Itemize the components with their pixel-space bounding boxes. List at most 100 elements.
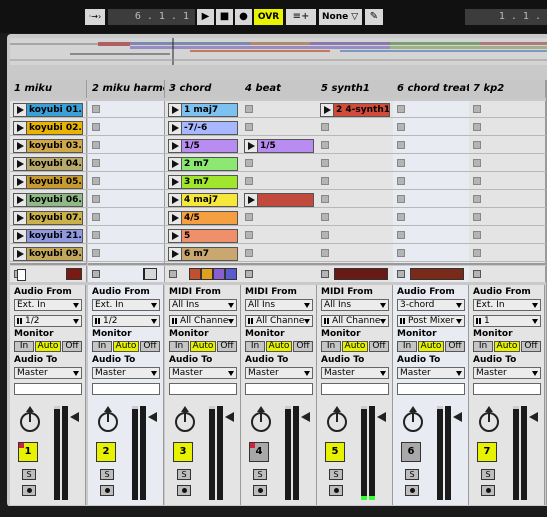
pan-knob[interactable]	[95, 406, 121, 432]
pencil-icon[interactable]: ✎	[365, 9, 383, 25]
clip-stop-button-icon[interactable]	[92, 231, 100, 239]
clip-stop-button-icon[interactable]	[397, 177, 405, 185]
track-activator-button[interactable]: 2	[96, 442, 116, 462]
input-source-select[interactable]: 3-chord	[397, 299, 465, 311]
track-activator-button[interactable]: 1	[18, 442, 38, 462]
clip[interactable]: koyubi 09.L	[13, 247, 83, 261]
solo-button[interactable]: S	[481, 469, 495, 480]
clip-stop-button-icon[interactable]	[245, 213, 253, 221]
clip-slot[interactable]	[469, 155, 546, 172]
track-header[interactable]: 4 beat	[241, 80, 318, 98]
clip[interactable]: 3 m7	[168, 175, 238, 189]
clip-slot[interactable]	[393, 155, 470, 172]
clip-stop-button-icon[interactable]	[397, 159, 405, 167]
clip-launch-icon[interactable]	[169, 248, 182, 260]
clip[interactable]: koyubi 01.L	[13, 103, 83, 117]
monitor-off-button[interactable]: Off	[293, 341, 313, 352]
clip-slot[interactable]: 6 m7	[165, 245, 242, 262]
song-position-display[interactable]: 6 . 1 . 1	[108, 9, 195, 25]
clip-slot[interactable]	[88, 155, 165, 172]
track-header[interactable]: 7 kp2	[469, 80, 546, 98]
output-select[interactable]: Master	[473, 367, 541, 379]
clip-stop-button-icon[interactable]	[397, 141, 405, 149]
output-select[interactable]: Master	[397, 367, 465, 379]
clip[interactable]: 1 maj7	[168, 103, 238, 117]
clip[interactable]: koyubi 06.L	[13, 193, 83, 207]
clip[interactable]	[244, 193, 314, 207]
clip-launch-icon[interactable]	[14, 176, 27, 188]
clip-slot[interactable]	[469, 173, 546, 190]
clip-launch-icon[interactable]	[169, 158, 182, 170]
solo-button[interactable]: S	[405, 469, 419, 480]
stop-icon[interactable]: ■	[216, 9, 233, 25]
clip-stop-button-icon[interactable]	[473, 123, 481, 131]
clip-launch-icon[interactable]	[14, 194, 27, 206]
track-header[interactable]: 1 miku	[10, 80, 87, 98]
volume-arrow-icon[interactable]	[529, 412, 538, 422]
monitor-off-button[interactable]: Off	[217, 341, 237, 352]
clip-slot[interactable]	[241, 119, 318, 136]
clip-launch-icon[interactable]	[169, 212, 182, 224]
clip-slot[interactable]	[88, 209, 165, 226]
clip[interactable]: 1/5	[244, 139, 314, 153]
clip-stop-button-icon[interactable]	[397, 195, 405, 203]
clip-slot[interactable]	[88, 137, 165, 154]
clip-launch-icon[interactable]	[245, 194, 258, 206]
clip-stop-button-icon[interactable]	[245, 231, 253, 239]
clip-slot[interactable]	[393, 101, 470, 118]
clip-stop-button-icon[interactable]	[321, 123, 329, 131]
track-stop-button-icon[interactable]	[245, 270, 253, 278]
arm-record-button[interactable]	[177, 485, 191, 496]
clip-stop-button-icon[interactable]	[473, 105, 481, 113]
session-overview[interactable]	[10, 38, 547, 65]
monitor-in-button[interactable]: In	[473, 341, 493, 352]
solo-button[interactable]: S	[329, 469, 343, 480]
output-select[interactable]: Master	[92, 367, 160, 379]
track-header[interactable]: 2 miku harmo	[88, 80, 165, 98]
clip[interactable]: 5	[168, 229, 238, 243]
input-channel-select[interactable]: 1/2	[14, 315, 82, 327]
clip-slot[interactable]	[317, 209, 394, 226]
volume-fader-handle[interactable]	[209, 406, 215, 409]
clip[interactable]: 4/5	[168, 211, 238, 225]
output-select[interactable]: Master	[14, 367, 82, 379]
clip-slot[interactable]	[241, 173, 318, 190]
clip-launch-icon[interactable]	[14, 104, 27, 116]
clip-stop-button-icon[interactable]	[92, 159, 100, 167]
clip-stop-button-icon[interactable]	[245, 249, 253, 257]
clip-stop-button-icon[interactable]	[245, 105, 253, 113]
pan-knob[interactable]	[172, 406, 198, 432]
arm-record-button[interactable]	[481, 485, 495, 496]
clip-slot[interactable]	[393, 137, 470, 154]
output-select[interactable]: Master	[321, 367, 389, 379]
clip-launch-icon[interactable]	[169, 194, 182, 206]
input-channel-select[interactable]: 1	[473, 315, 541, 327]
volume-fader-handle[interactable]	[437, 406, 443, 409]
clip-stop-button-icon[interactable]	[321, 195, 329, 203]
clip[interactable]: 2 4-synth1	[320, 103, 390, 117]
input-channel-select[interactable]: All Channe	[169, 315, 237, 327]
output-select[interactable]: Master	[169, 367, 237, 379]
arm-record-button[interactable]	[253, 485, 267, 496]
clip-slot[interactable]: 4/5	[165, 209, 242, 226]
clip-slot[interactable]	[241, 209, 318, 226]
clip-slot[interactable]: koyubi 06.L	[10, 191, 87, 208]
clip-launch-icon[interactable]	[14, 122, 27, 134]
volume-fader-handle[interactable]	[132, 406, 138, 409]
track-stop-button-icon[interactable]	[92, 270, 100, 278]
clip[interactable]: koyubi 03.L	[13, 139, 83, 153]
clip-launch-icon[interactable]	[245, 140, 258, 152]
arm-record-button[interactable]	[22, 485, 36, 496]
monitor-auto-button[interactable]: Auto	[494, 341, 520, 352]
track-stop-button-icon[interactable]	[321, 270, 329, 278]
track-activator-button[interactable]: 7	[477, 442, 497, 462]
clip-launch-icon[interactable]	[14, 212, 27, 224]
clip-stop-button-icon[interactable]	[321, 159, 329, 167]
input-channel-select[interactable]: All Channe	[321, 315, 389, 327]
clip-stop-button-icon[interactable]	[473, 249, 481, 257]
volume-arrow-icon[interactable]	[453, 412, 462, 422]
clip-launch-icon[interactable]	[169, 230, 182, 242]
clip-slot[interactable]	[469, 191, 546, 208]
clip-slot[interactable]: koyubi 21.L	[10, 227, 87, 244]
clip-slot[interactable]: koyubi 01.L	[10, 101, 87, 118]
